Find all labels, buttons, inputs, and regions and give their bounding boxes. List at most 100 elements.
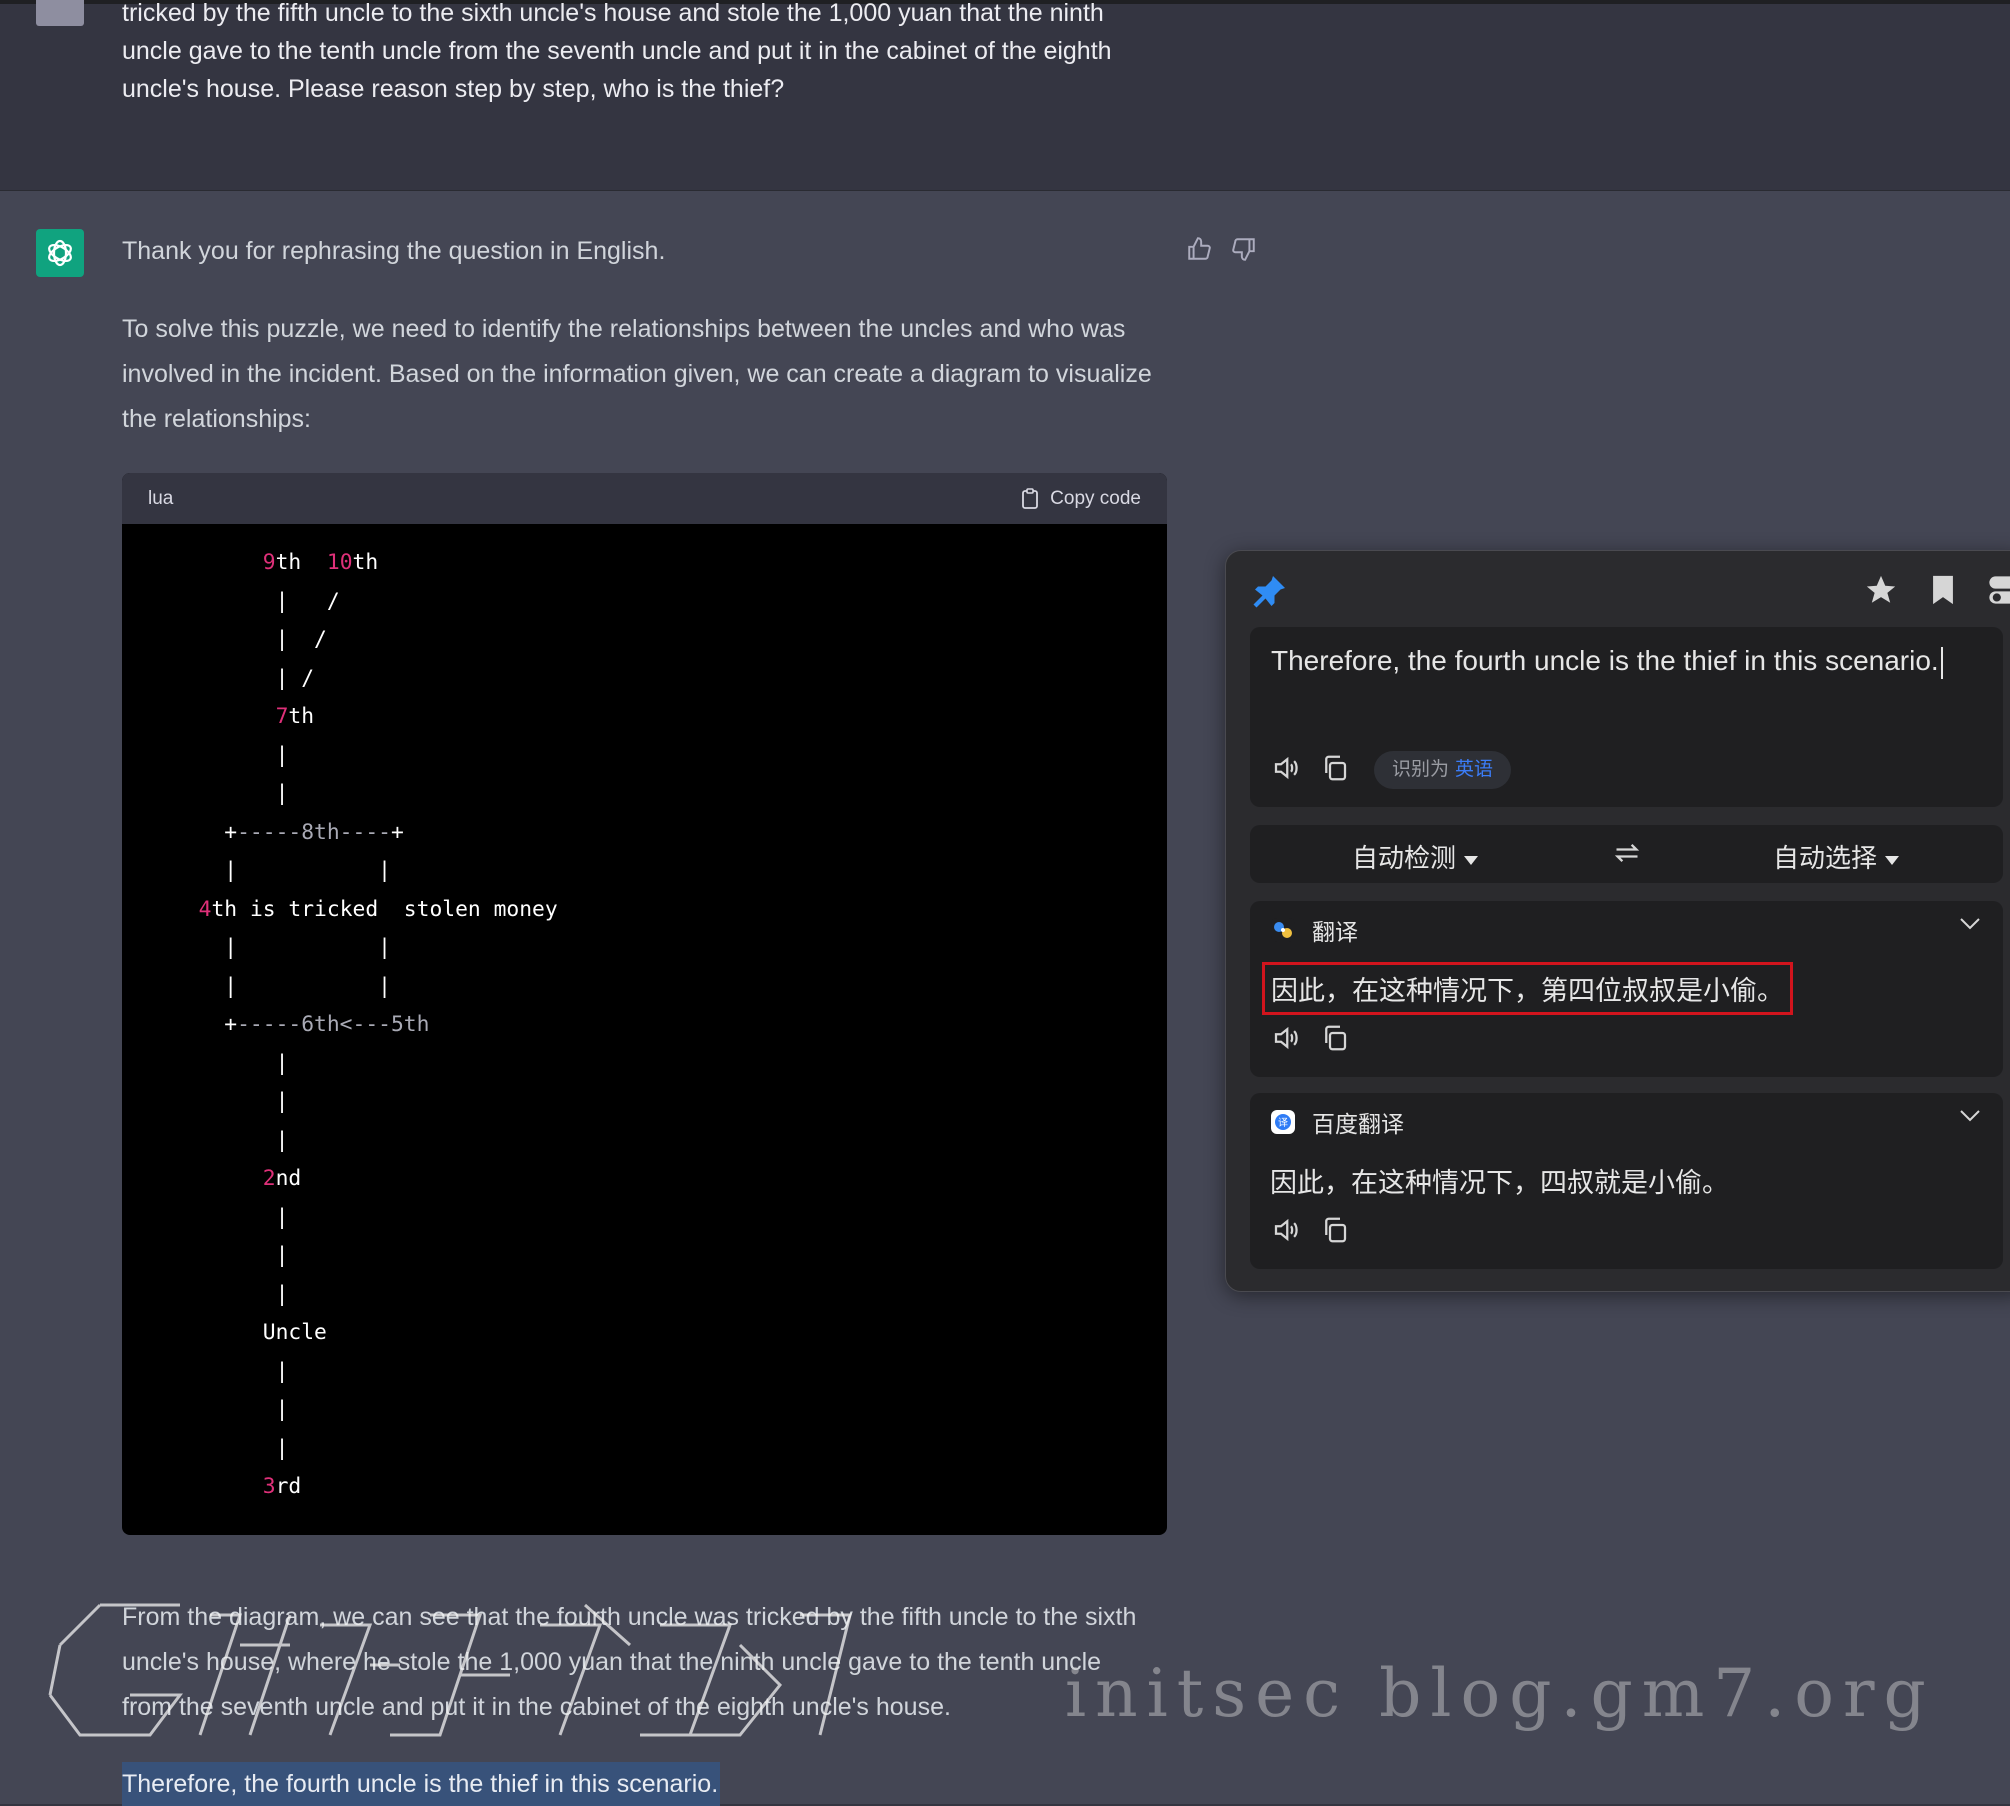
code-line: 7th <box>173 698 1167 737</box>
detected-language-chip: 识别为 英语 <box>1374 751 1512 789</box>
settings-toggle-icon[interactable] <box>1988 573 2010 612</box>
speaker-icon[interactable] <box>1270 1023 1302 1058</box>
code-language: lua <box>148 487 174 509</box>
code-token: Uncle <box>173 1320 327 1345</box>
code-line: +-----8th----+ <box>173 814 1167 853</box>
code-token: + <box>390 819 404 845</box>
code-line: | <box>173 775 1167 814</box>
thumbs-down-icon[interactable] <box>1228 233 1260 265</box>
source-text-input[interactable]: Therefore, the fourth uncle is the thief… <box>1271 645 1943 679</box>
swap-languages-icon[interactable] <box>1612 839 1642 874</box>
code-line: | | <box>173 852 1167 891</box>
copy-icon[interactable] <box>1320 1023 1350 1058</box>
assistant-intro: Thank you for rephrasing the question in… <box>122 229 1172 274</box>
source-language-select[interactable]: 自动检测 <box>1352 838 1479 875</box>
dropdown-arrow-icon <box>1885 855 1900 865</box>
code-line: | <box>173 1083 1167 1122</box>
baidu-translation-text: 因此，在这种情况下，四叔就是小偷。 <box>1270 1168 1729 1198</box>
thumbs-up-icon[interactable] <box>1183 233 1215 265</box>
copy-code-button[interactable]: Copy code <box>1020 488 1141 510</box>
code-line: | / <box>173 583 1167 622</box>
dropdown-arrow-icon <box>1464 855 1479 865</box>
svg-text:译: 译 <box>1278 1117 1288 1129</box>
code-token: 2 <box>262 1166 276 1191</box>
code-token: + <box>173 1012 238 1037</box>
code-token: | <box>173 1281 289 1307</box>
result-controls <box>1270 1023 1350 1058</box>
code-line: | <box>173 1353 1167 1392</box>
code-token: 4 <box>198 896 212 922</box>
code-token: | <box>173 1127 289 1153</box>
code-token: | / <box>173 627 327 652</box>
assistant-explanation: To solve this puzzle, we need to identif… <box>122 307 1172 442</box>
selected-final-answer[interactable]: Therefore, the fourth uncle is the thief… <box>122 1762 721 1806</box>
result-header[interactable]: 翻译 <box>1270 913 1358 947</box>
code-line: | / <box>173 621 1167 660</box>
code-line: | <box>173 1122 1167 1161</box>
code-token: -----8th---- <box>237 819 391 845</box>
code-token: | | <box>173 973 391 999</box>
code-token: 10 <box>326 550 353 575</box>
code-token: th is tricked stolen money <box>211 896 558 922</box>
baidu-result-card: 译 百度翻译 因此，在这种情况下，四叔就是小偷。 <box>1250 1093 2003 1269</box>
code-line: Uncle <box>173 1314 1167 1353</box>
star-icon[interactable] <box>1864 573 1898 612</box>
detected-label: 识别为 <box>1392 759 1450 780</box>
code-token: | / <box>173 588 340 614</box>
translation-popup: Therefore, the fourth uncle is the thief… <box>1225 550 2010 1292</box>
copy-icon[interactable] <box>1320 1215 1350 1250</box>
code-line: | <box>173 737 1167 776</box>
code-token: | <box>173 1397 289 1422</box>
code-token: 9 <box>262 550 276 575</box>
bookmark-icon[interactable] <box>1926 573 1960 612</box>
detected-language: 英语 <box>1455 759 1494 780</box>
chevron-down-icon[interactable] <box>1959 917 1981 936</box>
translation-result-card: 翻译 因此，在这种情况下，第四位叔叔是小偷。 <box>1250 901 2003 1077</box>
source-controls: 识别为 英语 <box>1270 751 1512 789</box>
code-token: th <box>288 704 315 729</box>
speaker-icon[interactable] <box>1270 753 1302 788</box>
speaker-icon[interactable] <box>1270 1215 1302 1250</box>
copy-code-label: Copy code <box>1050 487 1141 509</box>
code-token: -----6th<---5th <box>237 1012 430 1037</box>
popup-toolbar <box>1864 573 2010 612</box>
code-line: | <box>173 1237 1167 1276</box>
text-caret <box>1940 646 1943 679</box>
copy-icon[interactable] <box>1320 753 1350 788</box>
code-token: 7 <box>275 704 289 729</box>
chevron-down-icon[interactable] <box>1959 1109 1981 1128</box>
baidu-translate-icon: 译 <box>1271 1110 1295 1134</box>
code-token: + <box>173 819 238 845</box>
code-token: | <box>173 742 289 768</box>
code-token: th <box>352 550 379 575</box>
code-line: | | <box>173 929 1167 968</box>
code-token: | | <box>173 935 391 960</box>
code-line: 2nd <box>173 1160 1167 1199</box>
code-token: | <box>173 1358 289 1384</box>
user-message-line: tricked by the fifth uncle to the sixth … <box>122 0 1104 27</box>
result-engine-name: 翻译 <box>1312 919 1358 945</box>
user-message-line: uncle gave to the tenth uncle from the s… <box>122 37 1112 65</box>
target-language-select[interactable]: 自动选择 <box>1773 838 1900 875</box>
code-token: | <box>173 1089 289 1114</box>
result-header[interactable]: 译 百度翻译 <box>1270 1105 1404 1139</box>
language-bar: 自动检测 自动选择 <box>1250 825 2003 883</box>
overlay-logo <box>48 1603 852 1737</box>
user-message-text: tricked by the fifth uncle to the sixth … <box>122 0 1182 108</box>
chatgpt-logo-icon <box>36 229 84 277</box>
code-line: | | <box>173 968 1167 1007</box>
result-controls <box>1270 1215 1350 1250</box>
translation-text-highlighted: 因此，在这种情况下，第四位叔叔是小偷。 <box>1262 962 1793 1015</box>
source-text-box[interactable]: Therefore, the fourth uncle is the thief… <box>1250 627 2003 807</box>
user-message-block: tricked by the fifth uncle to the sixth … <box>0 0 2010 191</box>
code-token: | <box>173 1050 289 1076</box>
pin-icon[interactable] <box>1252 573 1288 614</box>
translator-app-icon <box>1271 918 1295 942</box>
code-token: | | <box>173 858 391 883</box>
code-line: | <box>173 1391 1167 1430</box>
